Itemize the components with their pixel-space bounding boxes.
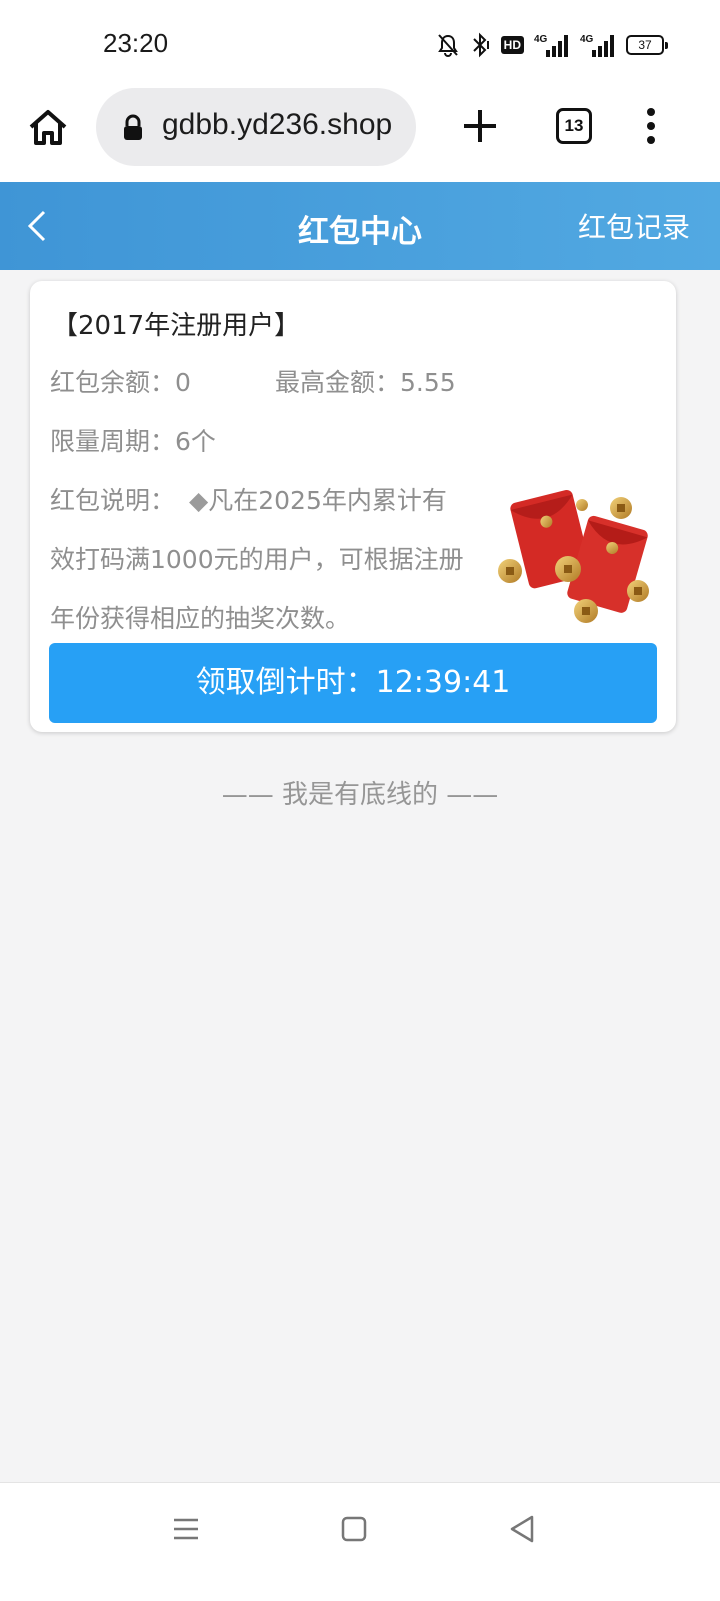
- max-amount-value: 5.55: [400, 368, 456, 397]
- system-nav-bar: [0, 1482, 720, 1601]
- claim-countdown-button[interactable]: 领取倒计时：12:39:41: [49, 643, 657, 723]
- more-menu-icon[interactable]: [643, 106, 659, 146]
- status-bar: 23:20 HD 4G 4G 37: [0, 0, 720, 86]
- status-icons: HD 4G 4G 37: [437, 30, 668, 60]
- description-text-3: 年份获得相应的抽奖次数。: [50, 604, 351, 633]
- battery-icon: 37: [626, 35, 668, 55]
- signal-4g-icon: 4G: [534, 32, 570, 58]
- period-field: 限量周期：6个: [50, 422, 216, 458]
- svg-text:4G: 4G: [580, 34, 594, 45]
- bell-muted-icon: [437, 33, 459, 57]
- home-square-icon[interactable]: [334, 1509, 374, 1549]
- description-text-1: 凡在2025年内累计有: [208, 486, 447, 515]
- svg-text:4G: 4G: [534, 34, 548, 45]
- max-amount-label: 最高金额：: [275, 368, 401, 397]
- period-label: 限量周期：: [50, 427, 176, 456]
- description-text-2: 效打码满1000元的用户，可根据注册: [50, 545, 464, 574]
- browser-toolbar: gdbb.yd236.shop 13: [0, 86, 720, 183]
- bluetooth-icon: [469, 32, 491, 58]
- description-line: 红包说明： ◆凡在2025年内累计有: [50, 481, 447, 517]
- diamond-bullet-icon: ◆: [189, 486, 209, 515]
- red-envelope-illustration: [496, 481, 656, 631]
- period-value: 6个: [175, 427, 216, 456]
- description-label: 红包说明：: [50, 486, 176, 515]
- max-amount-field: 最高金额：5.55: [275, 363, 456, 399]
- end-of-list-note: —— 我是有底线的 ——: [221, 780, 499, 810]
- lock-icon: [122, 114, 144, 146]
- home-icon[interactable]: [26, 106, 70, 150]
- card-title: 【2017年注册用户】: [52, 311, 301, 341]
- new-tab-icon[interactable]: [462, 106, 498, 146]
- balance-field: 红包余额：0: [50, 363, 191, 399]
- tab-switcher-button[interactable]: 13: [556, 108, 592, 144]
- app-header: 红包中心 红包记录: [0, 182, 720, 270]
- status-time: 23:20: [103, 28, 169, 58]
- red-packet-records-link[interactable]: 红包记录: [578, 206, 690, 246]
- url-text: gdbb.yd236.shop: [162, 108, 393, 141]
- balance-label: 红包余额：: [50, 368, 176, 397]
- balance-value: 0: [175, 368, 191, 397]
- hd-icon: HD: [500, 36, 524, 54]
- signal-4g-icon: 4G: [580, 32, 616, 58]
- countdown-value: 12:39:41: [375, 665, 511, 700]
- countdown-label: 领取倒计时：: [195, 665, 376, 700]
- menu-icon[interactable]: [166, 1509, 206, 1549]
- address-bar[interactable]: gdbb.yd236.shop: [96, 88, 416, 166]
- back-triangle-icon[interactable]: [502, 1509, 542, 1549]
- red-packet-card: 【2017年注册用户】 红包余额：0 最高金额：5.55 限量周期：6个 红包说…: [30, 281, 676, 732]
